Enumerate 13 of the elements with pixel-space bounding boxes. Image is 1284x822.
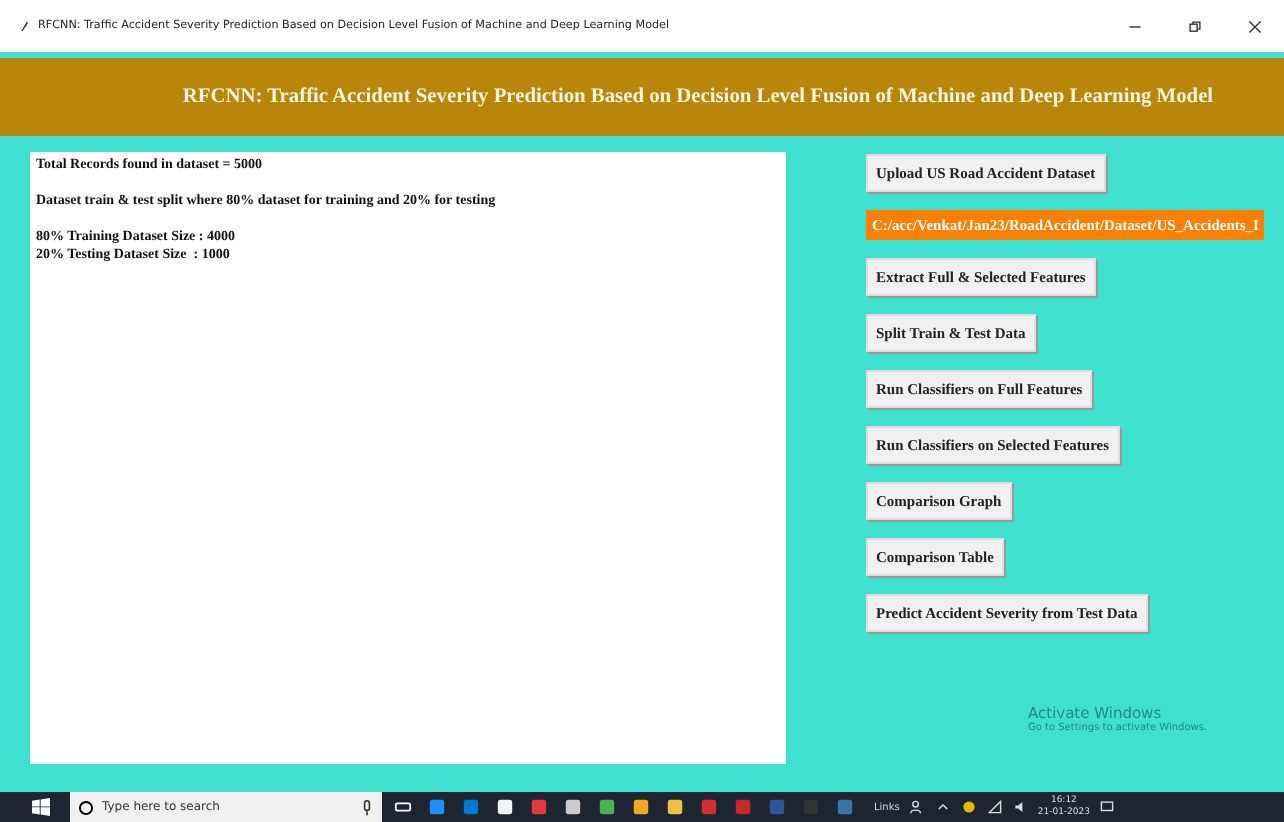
restore-icon	[1187, 19, 1201, 33]
start-icon[interactable]	[32, 798, 50, 816]
network-icon[interactable]	[987, 800, 1002, 814]
close-icon	[1247, 19, 1261, 33]
people-icon[interactable]	[909, 800, 924, 814]
app-title: RFCNN: Traffic Accident Severity Prediction Based on Decision Level Fusion of Machine and Deep Learning Model	[182, 86, 1214, 108]
task-view-icon[interactable]	[394, 798, 412, 816]
chevron-up-icon[interactable]	[935, 800, 950, 814]
notification-icon[interactable]	[1100, 800, 1115, 814]
speaker-icon[interactable]	[1013, 800, 1028, 814]
microphone-icon[interactable]	[362, 799, 372, 815]
tray-icon[interactable]	[961, 800, 976, 814]
cortana-circle-icon[interactable]	[78, 799, 94, 815]
